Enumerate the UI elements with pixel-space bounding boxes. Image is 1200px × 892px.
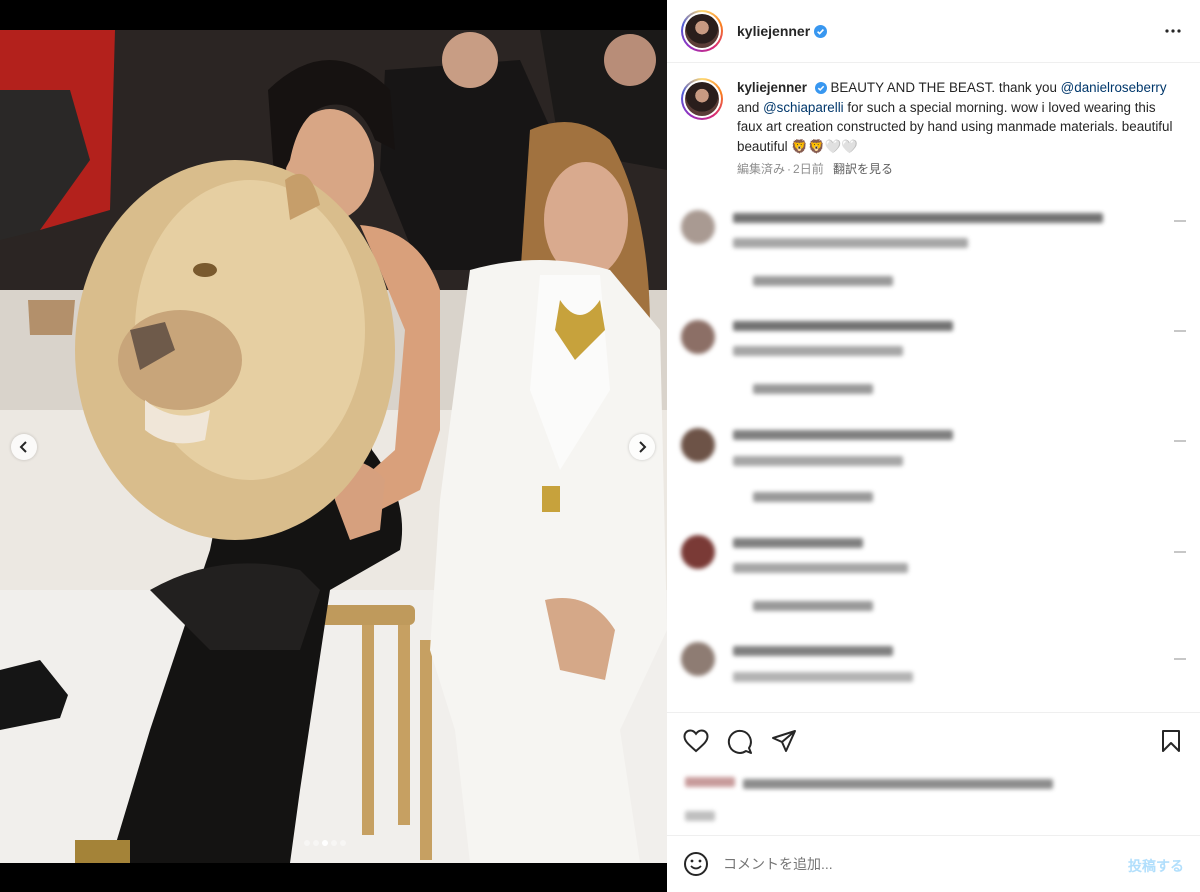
likes-summary-blurred[interactable] <box>685 775 1055 793</box>
caption-text-part: BEAUTY AND THE BEAST. thank you <box>830 80 1057 95</box>
comment-replies-toggle[interactable] <box>753 601 873 611</box>
carousel-indicator <box>304 840 346 846</box>
comment-avatar[interactable] <box>681 642 715 676</box>
comment-like-icon[interactable] <box>1174 220 1186 222</box>
comment-replies-toggle[interactable] <box>753 384 873 394</box>
comment-blurred-text <box>733 321 953 331</box>
translate-link[interactable]: 翻訳を見る <box>833 162 893 176</box>
caption-text-part: and <box>737 99 760 115</box>
chevron-right-icon <box>639 441 647 453</box>
heart-icon <box>683 729 709 753</box>
comment-blurred-text <box>733 213 1103 223</box>
carousel-prev-button[interactable] <box>11 434 37 460</box>
mention-link[interactable]: @danielroseberry <box>1061 80 1167 95</box>
comment-input[interactable] <box>723 856 1103 872</box>
comment-replies-toggle[interactable] <box>753 492 873 502</box>
comment-like-icon[interactable] <box>1174 658 1186 660</box>
post-media <box>0 0 667 892</box>
caption-meta: 編集済み · 2日前 翻訳を見る <box>737 160 1177 180</box>
like-button[interactable] <box>683 729 709 758</box>
post-header: kyliejenner <box>667 0 1200 63</box>
comment-row <box>681 208 1186 288</box>
comment-avatar[interactable] <box>681 535 715 569</box>
more-horizontal-icon <box>1165 29 1181 33</box>
carousel-next-button[interactable] <box>629 434 655 460</box>
comment-avatar[interactable] <box>681 210 715 244</box>
comment-avatar[interactable] <box>681 320 715 354</box>
comment-replies-toggle[interactable] <box>753 276 893 286</box>
comment-blurred-text <box>733 672 913 682</box>
comment-icon <box>727 729 752 754</box>
smiley-icon[interactable] <box>683 851 709 877</box>
more-options-button[interactable] <box>1164 22 1182 45</box>
instagram-post-modal: kyliejenner kyliejenner BEAUTY AND THE B… <box>0 0 1200 892</box>
carousel-dot <box>313 840 319 846</box>
post-actions <box>667 712 1200 832</box>
comment-composer: 投稿する <box>667 835 1200 892</box>
comment-row <box>681 535 1186 615</box>
share-button[interactable] <box>771 729 797 758</box>
author-username[interactable]: kyliejenner <box>737 23 810 39</box>
avatar-photo <box>685 14 719 48</box>
comment-button[interactable] <box>727 729 753 760</box>
author-avatar[interactable] <box>681 10 723 52</box>
caption-username[interactable]: kyliejenner <box>737 80 807 95</box>
comment-blurred-text <box>733 563 908 573</box>
send-icon <box>772 730 796 752</box>
post-caption: kyliejenner BEAUTY AND THE BEAST. thank … <box>681 78 1186 180</box>
carousel-dot <box>331 840 337 846</box>
meta-separator: · <box>787 162 792 176</box>
comment-avatar[interactable] <box>681 428 715 462</box>
comment-blurred-text <box>733 456 903 466</box>
comment-row <box>681 642 1186 692</box>
verified-badge-icon <box>814 24 828 38</box>
comment-row <box>681 318 1186 398</box>
comment-like-icon[interactable] <box>1174 551 1186 553</box>
post-timestamp-blurred <box>685 811 715 821</box>
mention-link[interactable]: @schiaparelli <box>763 100 844 115</box>
comment-row <box>681 428 1186 508</box>
carousel-dot <box>340 840 346 846</box>
post-photo <box>0 30 667 863</box>
edited-label: 編集済み <box>737 162 786 176</box>
post-age: 2日前 <box>793 162 824 176</box>
carousel-dot <box>304 840 310 846</box>
save-button[interactable] <box>1160 729 1182 758</box>
post-comment-button[interactable]: 投稿する <box>1128 856 1184 876</box>
comment-blurred-text <box>733 538 863 548</box>
comment-blurred-text <box>733 238 968 248</box>
avatar-photo <box>685 82 719 116</box>
comment-like-icon[interactable] <box>1174 440 1186 442</box>
caption-author-avatar[interactable] <box>681 78 723 120</box>
carousel-dot <box>322 840 328 846</box>
comment-blurred-text <box>733 430 953 440</box>
verified-badge-icon <box>814 82 827 95</box>
comment-blurred-text <box>733 646 893 656</box>
comment-blurred-text <box>733 346 903 356</box>
caption-text: kyliejenner BEAUTY AND THE BEAST. thank … <box>737 78 1177 156</box>
chevron-left-icon <box>19 441 27 453</box>
bookmark-icon <box>1162 730 1180 752</box>
comment-like-icon[interactable] <box>1174 330 1186 332</box>
post-side-panel: kyliejenner kyliejenner BEAUTY AND THE B… <box>667 0 1200 892</box>
